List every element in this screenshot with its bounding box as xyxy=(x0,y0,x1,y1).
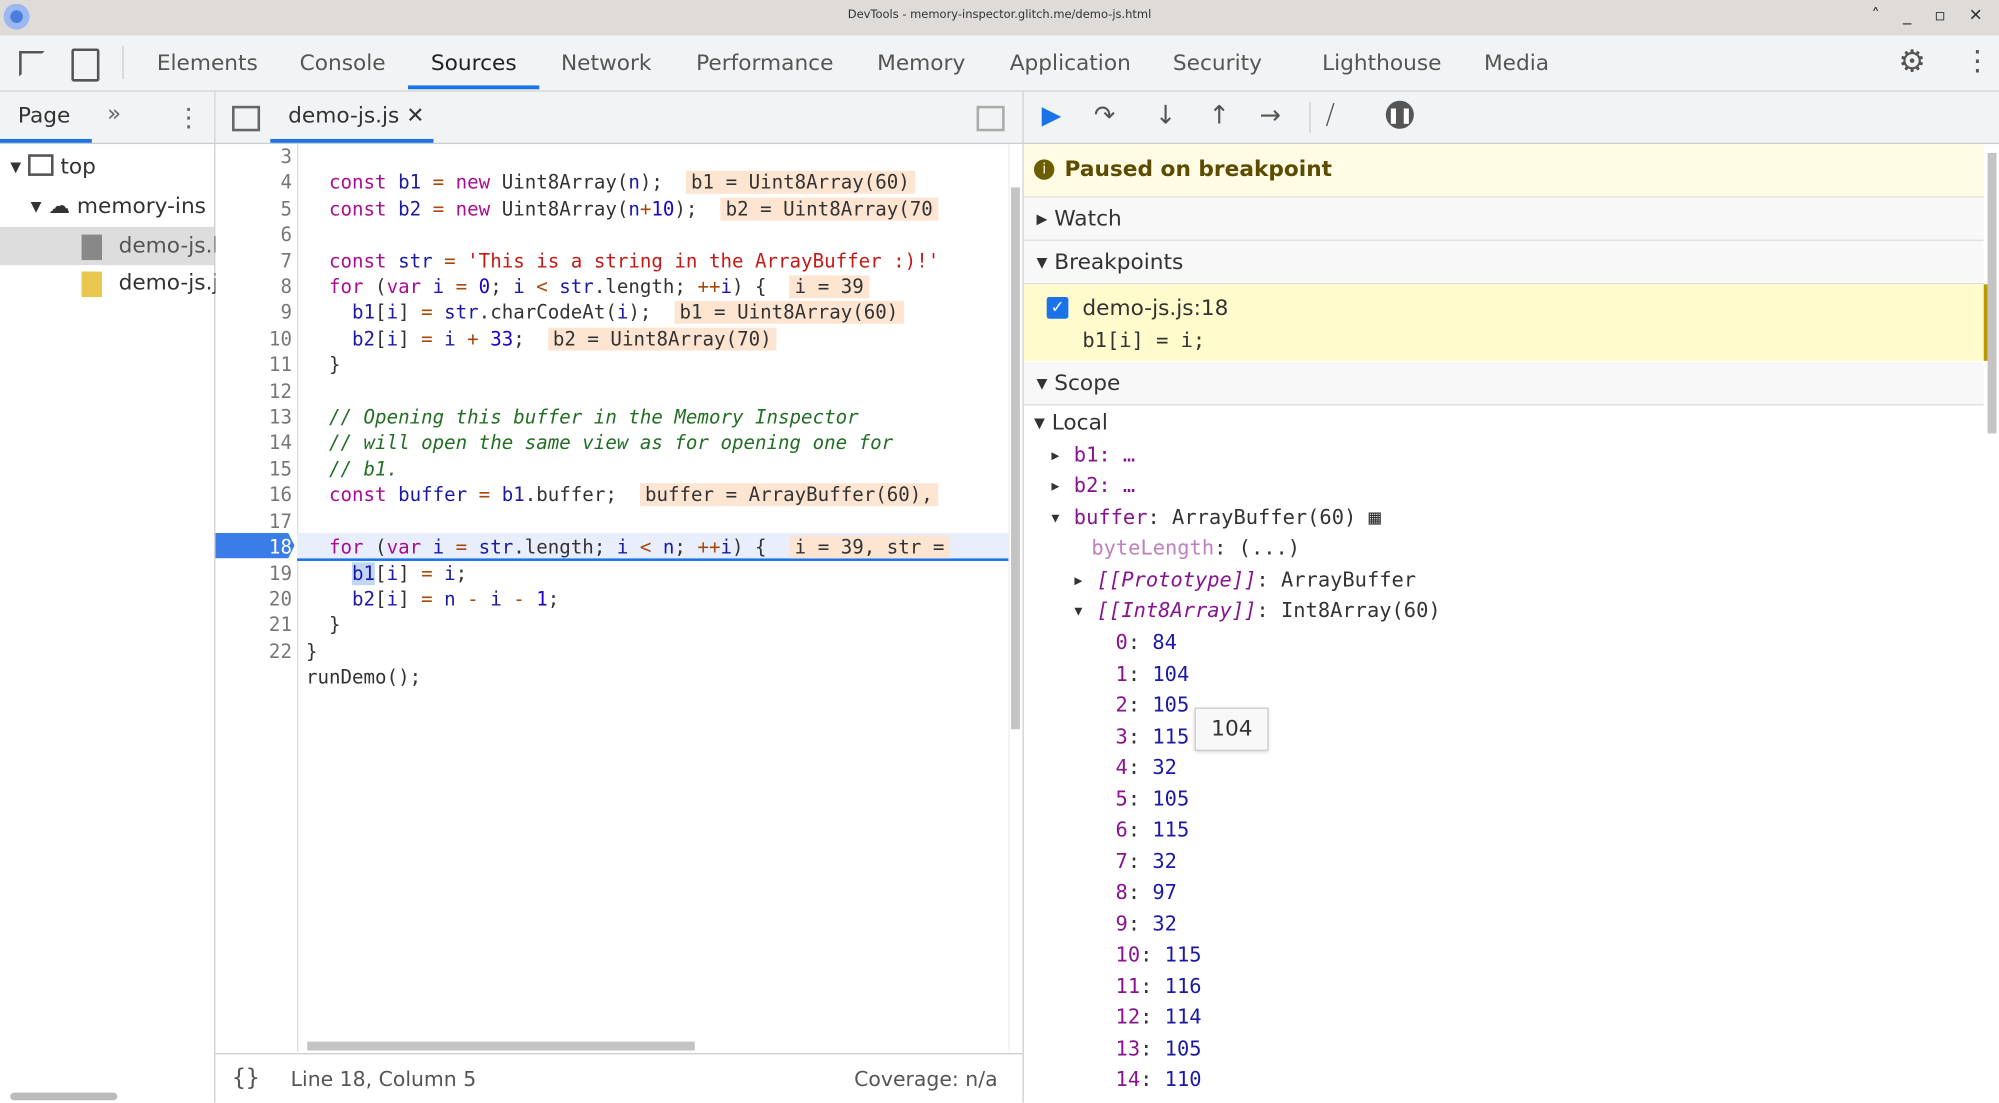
tree-item-domain[interactable]: ▾ ☁ memory-ins xyxy=(31,194,206,219)
tab-application[interactable]: Application xyxy=(1010,51,1131,76)
scope-var-buffer[interactable]: ▾ buffer: ArrayBuffer(60) ▦ xyxy=(1049,502,1381,533)
array-entry[interactable]: 12: 114 xyxy=(1116,1002,1202,1033)
tab-security[interactable]: Security xyxy=(1173,51,1262,76)
navigator-panel: Page » ⋮ ▾ top ▾ ☁ memory-ins demo-js.h … xyxy=(0,91,226,1103)
step-icon[interactable]: → xyxy=(1260,99,1281,130)
line-number[interactable]: 5 xyxy=(215,196,292,222)
scope-int8array[interactable]: ▾ [[Int8Array]]: Int8Array(60) xyxy=(1072,595,1440,626)
tab-memory[interactable]: Memory xyxy=(877,51,965,76)
array-entry[interactable]: 6: 115 xyxy=(1116,815,1190,846)
info-icon: i xyxy=(1033,159,1055,180)
line-number[interactable]: 6 xyxy=(215,222,292,248)
breakpoints-section[interactable]: ▾ Breakpoints xyxy=(1023,240,1984,285)
debug-toolbar: ▶ ↷ ↓ ↑ → ⧸ ❚❚ xyxy=(1023,91,1999,145)
line-number[interactable]: 7 xyxy=(215,248,292,274)
array-entry[interactable]: 4: 32 xyxy=(1116,752,1177,783)
editor-hscrollbar[interactable] xyxy=(307,1041,695,1051)
line-number[interactable]: 11 xyxy=(215,352,292,378)
breakpoint-checkbox[interactable]: ✓ xyxy=(1046,297,1069,319)
array-entry[interactable]: 3: 115 xyxy=(1116,721,1190,752)
file-tab[interactable]: demo-js.js ✕ xyxy=(288,103,424,128)
deactivate-breakpoints-icon[interactable]: ⧸ xyxy=(1326,99,1335,130)
tree-item-html[interactable]: demo-js.h xyxy=(0,226,226,266)
array-entry[interactable]: 10: 115 xyxy=(1116,940,1202,971)
tab-performance[interactable]: Performance xyxy=(696,51,833,76)
array-entry[interactable]: 13: 105 xyxy=(1116,1033,1202,1064)
debugger-scrollbar[interactable] xyxy=(1987,152,1997,434)
line-number[interactable]: 10 xyxy=(215,326,292,352)
device-toolbar-icon[interactable] xyxy=(71,48,100,82)
tab-elements[interactable]: Elements xyxy=(157,51,258,76)
scope-prototype[interactable]: ▸ [[Prototype]]: ArrayBuffer xyxy=(1072,565,1416,596)
step-into-icon[interactable]: ↓ xyxy=(1155,99,1176,130)
title-bar: DevTools - memory-inspector.glitch.me/de… xyxy=(0,0,1999,36)
main-tabbar: Elements Console Sources Network Performance… xyxy=(0,35,1999,92)
line-number[interactable]: 13 xyxy=(215,404,292,430)
scope-local[interactable]: ▾ Local xyxy=(1034,408,1108,439)
array-entry[interactable]: 11: 116 xyxy=(1116,971,1202,1002)
coverage-status: Coverage: n/a xyxy=(854,1067,998,1092)
line-number[interactable]: 15 xyxy=(215,456,292,482)
window-controls[interactable]: ˄ _ ▫ ✕ xyxy=(1872,6,1983,25)
array-entry[interactable]: 8: 97 xyxy=(1116,877,1177,908)
array-entry[interactable]: 5: 105 xyxy=(1116,783,1190,814)
array-entry[interactable]: 1: 104 xyxy=(1116,658,1190,689)
resume-icon[interactable]: ▶ xyxy=(1042,99,1062,130)
memory-inspector-icon[interactable]: ▦ xyxy=(1369,505,1381,529)
line-number[interactable]: 9 xyxy=(215,300,292,326)
tree-item-js[interactable]: demo-js.j xyxy=(0,266,218,304)
array-entry[interactable]: 0: 84 xyxy=(1116,627,1177,658)
line-number[interactable]: 17 xyxy=(215,508,292,534)
line-number[interactable]: 14 xyxy=(215,430,292,456)
inspect-element-icon[interactable] xyxy=(19,50,45,77)
byte-length-value[interactable]: (...) xyxy=(1239,535,1300,559)
editor-vscrollbar[interactable] xyxy=(1010,187,1020,730)
line-number[interactable]: 16 xyxy=(215,482,292,508)
tab-lighthouse[interactable]: Lighthouse xyxy=(1322,51,1441,76)
editor-panel: demo-js.js ✕ 3 4 5 6 7 8 9 10 11 12 13 14 15 16 17 18 19… xyxy=(215,91,1024,1103)
more-tabs-icon[interactable]: » xyxy=(107,101,121,128)
toggle-debugger-icon[interactable] xyxy=(976,105,1005,132)
window-title: DevTools - memory-inspector.glitch.me/de… xyxy=(847,8,1152,22)
cursor-position: Line 18, Column 5 xyxy=(290,1067,477,1092)
more-options-icon[interactable]: ⋮ xyxy=(1963,46,1991,78)
tree-item-top[interactable]: ▾ top xyxy=(10,154,96,180)
toggle-navigator-icon[interactable] xyxy=(232,105,261,132)
close-tab-icon[interactable]: ✕ xyxy=(406,103,424,128)
hover-tooltip: 104 xyxy=(1194,707,1270,751)
scope-var-b1[interactable]: ▸ b1: … xyxy=(1049,440,1135,471)
tab-network[interactable]: Network xyxy=(561,51,651,76)
line-number[interactable]: 12 xyxy=(215,378,292,404)
array-entry[interactable]: 14: 110 xyxy=(1116,1065,1202,1096)
line-number[interactable]: 4 xyxy=(215,170,292,196)
array-entry[interactable]: 2: 105 xyxy=(1116,690,1190,721)
line-number[interactable]: 20 xyxy=(215,586,292,612)
code-content[interactable]: const b1 = new Uint8Array(n); b1 = Uint8… xyxy=(306,144,950,742)
settings-gear-icon[interactable]: ⚙ xyxy=(1898,43,1925,79)
tab-console[interactable]: Console xyxy=(300,51,386,76)
watch-section[interactable]: ▸ Watch xyxy=(1023,197,1984,241)
navigator-menu-icon[interactable]: ⋮ xyxy=(176,102,201,133)
scope-var-b2[interactable]: ▸ b2: … xyxy=(1049,470,1135,501)
array-entry[interactable]: 7: 32 xyxy=(1116,846,1177,877)
line-number[interactable]: 8 xyxy=(215,274,292,300)
breakpoint-item[interactable]: ✓ demo-js.js:18 b1[i] = i; xyxy=(1023,284,1988,361)
pause-on-exceptions-icon[interactable]: ❚❚ xyxy=(1385,100,1414,129)
line-number[interactable]: 18 xyxy=(215,534,292,560)
line-number[interactable]: 3 xyxy=(215,144,292,170)
pretty-print-icon[interactable]: {} xyxy=(232,1065,260,1092)
step-over-icon[interactable]: ↷ xyxy=(1094,99,1115,130)
line-number[interactable]: 22 xyxy=(215,638,292,664)
step-out-icon[interactable]: ↑ xyxy=(1209,99,1230,130)
line-number[interactable]: 21 xyxy=(215,612,292,638)
tab-media[interactable]: Media xyxy=(1484,51,1549,76)
scope-section[interactable]: ▾ Scope xyxy=(1023,362,1984,406)
navigator-scrollbar[interactable] xyxy=(10,1092,118,1101)
array-entry[interactable]: 9: 32 xyxy=(1116,908,1177,939)
paused-banner: i Paused on breakpoint xyxy=(1023,144,1984,198)
tab-page[interactable]: Page xyxy=(18,103,70,128)
line-number[interactable]: 19 xyxy=(215,560,292,586)
tab-sources[interactable]: Sources xyxy=(431,51,517,76)
